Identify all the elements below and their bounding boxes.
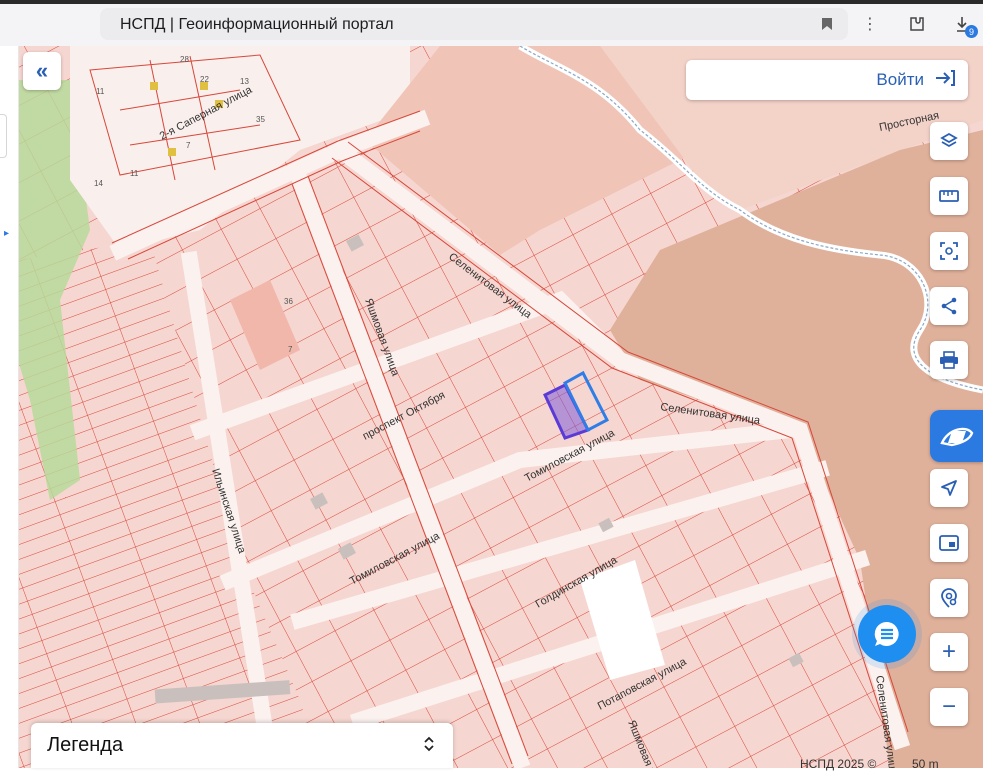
zoom-out-button[interactable]: − bbox=[930, 688, 968, 726]
page-title: НСПД | Геоинформационный портал bbox=[120, 16, 394, 33]
svg-text:13: 13 bbox=[240, 77, 249, 86]
layers-icon bbox=[940, 132, 958, 148]
print-icon bbox=[940, 351, 958, 369]
layers-button[interactable] bbox=[930, 122, 968, 160]
svg-text:22: 22 bbox=[200, 75, 209, 84]
browser-toolbar: НСПД | Геоинформационный портал ⋮ 9 bbox=[0, 0, 983, 47]
share-button[interactable] bbox=[930, 287, 968, 325]
svg-text:28: 28 bbox=[180, 55, 189, 64]
tab-strip bbox=[0, 0, 983, 4]
chevron-updown-icon[interactable] bbox=[423, 735, 435, 757]
map-canvas[interactable]: 2-я Саперная улица Селенитовая улица Сел… bbox=[0, 46, 983, 768]
login-button[interactable]: Войти bbox=[686, 60, 968, 100]
pip-icon bbox=[939, 535, 959, 551]
share-icon bbox=[941, 297, 957, 315]
svg-text:7: 7 bbox=[288, 345, 293, 354]
downloads-count-badge: 9 bbox=[965, 25, 978, 38]
login-arrow-icon bbox=[934, 69, 956, 92]
map-layer: 2-я Саперная улица Селенитовая улица Сел… bbox=[0, 46, 983, 768]
select-area-button[interactable] bbox=[930, 232, 968, 270]
copyright-text: НСПД 2025 © bbox=[800, 757, 877, 771]
legend-label: Легенда bbox=[47, 734, 124, 756]
svg-text:14: 14 bbox=[94, 179, 103, 188]
download-icon[interactable]: 9 bbox=[950, 12, 978, 38]
expand-arrow-icon[interactable]: ▸ bbox=[4, 228, 9, 239]
zoom-in-button[interactable]: + bbox=[930, 633, 968, 671]
scale-label: 50 m bbox=[912, 757, 939, 771]
plus-icon: + bbox=[941, 638, 956, 665]
geo-search-button[interactable] bbox=[930, 579, 968, 617]
locate-button[interactable] bbox=[930, 469, 968, 507]
svg-text:36: 36 bbox=[284, 297, 293, 306]
location-search-icon bbox=[941, 588, 957, 608]
bookmark-icon[interactable] bbox=[815, 12, 839, 36]
left-panel-edge: ▸ bbox=[0, 46, 19, 768]
svg-text:11: 11 bbox=[96, 87, 105, 96]
svg-text:7: 7 bbox=[186, 141, 191, 150]
login-label: Войти bbox=[876, 70, 924, 89]
hand-search-icon bbox=[939, 427, 973, 447]
picture-in-picture-button[interactable] bbox=[930, 524, 968, 562]
legend-panel[interactable]: Легенда bbox=[31, 723, 453, 768]
more-vert-icon[interactable]: ⋮ bbox=[858, 12, 882, 36]
double-chevron-left-icon: « bbox=[35, 58, 49, 83]
active-tool-button[interactable] bbox=[930, 410, 983, 462]
ruler-button[interactable] bbox=[930, 177, 968, 215]
print-button[interactable] bbox=[930, 341, 968, 379]
extension-icon[interactable] bbox=[905, 12, 929, 36]
svg-text:35: 35 bbox=[256, 115, 265, 124]
chat-icon bbox=[874, 621, 899, 646]
select-area-icon bbox=[940, 242, 958, 260]
chat-button[interactable] bbox=[858, 605, 916, 663]
minus-icon: − bbox=[941, 693, 956, 720]
ruler-icon bbox=[939, 190, 959, 202]
panel-tab[interactable] bbox=[0, 114, 7, 158]
collapse-panel-button[interactable]: « bbox=[23, 52, 61, 90]
svg-text:11: 11 bbox=[130, 169, 139, 178]
navigation-arrow-icon bbox=[941, 480, 957, 496]
